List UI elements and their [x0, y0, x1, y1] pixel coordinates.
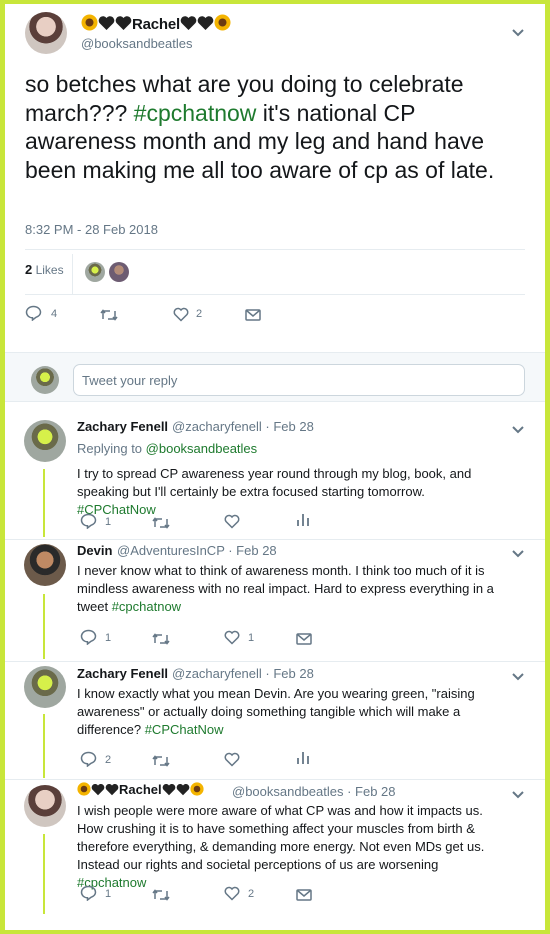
- heart-icon[interactable]: [224, 752, 240, 772]
- thread-connector: [43, 834, 45, 914]
- replying-to-handle[interactable]: @booksandbeatles: [146, 441, 258, 456]
- retweet-icon[interactable]: [100, 308, 118, 326]
- reply-text-part: I know exactly what you mean Devin. Are …: [77, 686, 475, 737]
- hashtag-link[interactable]: #cpchatnow: [134, 100, 257, 126]
- hashtag-link[interactable]: #CPChatNow: [145, 722, 224, 737]
- reply-avatar[interactable]: [24, 666, 66, 708]
- liker-avatar[interactable]: [109, 262, 129, 282]
- likes-label: Likes: [35, 263, 64, 277]
- sunflower-icon: [214, 14, 231, 31]
- replying-label: Replying to: [77, 441, 146, 456]
- reply-author-name[interactable]: Devin: [77, 543, 112, 558]
- replying-to: Replying to @booksandbeatles: [77, 441, 257, 456]
- black-heart-icon: [197, 16, 214, 30]
- mail-icon[interactable]: [296, 632, 312, 650]
- thread-connector: [43, 714, 45, 778]
- divider: [5, 539, 545, 540]
- analytics-icon[interactable]: [296, 513, 310, 532]
- reply-author-name[interactable]: Zachary Fenell: [77, 666, 168, 681]
- hashtag-link[interactable]: #cpchatnow: [112, 599, 181, 614]
- reply-text-part: I try to spread CP awareness year round …: [77, 466, 472, 499]
- reply-icon[interactable]: [25, 305, 42, 326]
- black-heart-icon: [176, 783, 189, 796]
- sunflower-icon: [77, 782, 91, 796]
- reply-meta[interactable]: @zacharyfenell · Feb 28: [172, 666, 314, 681]
- like-count: 2: [196, 308, 203, 320]
- author-name-text: Rachel: [132, 16, 180, 33]
- black-heart-icon: [98, 16, 115, 30]
- tweet-frame: Rachel @booksandbeatles so betches what …: [5, 4, 545, 930]
- retweet-icon[interactable]: [152, 632, 170, 650]
- black-heart-icon: [162, 783, 175, 796]
- author-handle[interactable]: @booksandbeatles: [81, 36, 193, 51]
- reply-input[interactable]: Tweet your reply: [73, 364, 525, 396]
- reply-icon[interactable]: [80, 513, 97, 534]
- reply-text: I know exactly what you mean Devin. Are …: [77, 685, 507, 739]
- black-heart-icon: [91, 783, 105, 796]
- like-count: 1: [248, 632, 255, 644]
- like-count: 2: [248, 888, 255, 900]
- likes-count: 2: [25, 262, 33, 277]
- reply-count: 1: [105, 516, 112, 528]
- mail-icon[interactable]: [296, 888, 312, 906]
- reply-text: I try to spread CP awareness year round …: [77, 465, 507, 519]
- reply-count: 1: [105, 632, 112, 644]
- sunflower-icon: [81, 14, 98, 31]
- reply-composer: Tweet your reply: [5, 352, 545, 402]
- reply-author-name[interactable]: Rachel: [77, 782, 204, 797]
- reply-avatar[interactable]: [24, 544, 66, 586]
- chevron-down-icon[interactable]: [511, 672, 525, 682]
- black-heart-icon: [180, 16, 197, 30]
- black-heart-icon: [105, 783, 119, 796]
- tweet-timestamp[interactable]: 8:32 PM - 28 Feb 2018: [25, 222, 158, 237]
- heart-icon[interactable]: [224, 514, 240, 534]
- mail-icon[interactable]: [245, 308, 261, 326]
- reply-count: 4: [51, 308, 58, 320]
- reply-text-part: I wish people were more aware of what CP…: [77, 803, 485, 872]
- divider: [5, 779, 545, 780]
- retweet-icon[interactable]: [152, 754, 170, 772]
- chevron-down-icon[interactable]: [511, 425, 525, 435]
- reply-author-name[interactable]: Zachary Fenell: [77, 419, 168, 434]
- reply-count: 1: [105, 888, 112, 900]
- retweet-icon[interactable]: [152, 516, 170, 534]
- author-display-name[interactable]: Rachel: [81, 14, 231, 33]
- thread-connector: [43, 594, 45, 659]
- chevron-down-icon[interactable]: [511, 549, 525, 559]
- reply-author-name-text: Rachel: [119, 782, 162, 797]
- divider: [5, 661, 545, 662]
- author-avatar[interactable]: [25, 12, 67, 54]
- reply-avatar[interactable]: [24, 785, 66, 827]
- thread-connector: [43, 469, 45, 537]
- divider: [25, 249, 525, 250]
- reply-text: I never know what to think of awareness …: [77, 562, 507, 616]
- reply-icon[interactable]: [80, 885, 97, 906]
- retweet-icon[interactable]: [152, 888, 170, 906]
- divider: [25, 294, 525, 295]
- reply-meta[interactable]: @AdventuresInCP · Feb 28: [117, 543, 277, 558]
- reply-meta[interactable]: @booksandbeatles · Feb 28: [232, 784, 396, 799]
- reply-avatar[interactable]: [24, 420, 66, 462]
- heart-icon[interactable]: [224, 630, 240, 650]
- likes-stat[interactable]: 2 Likes: [25, 262, 64, 277]
- reply-count: 2: [105, 754, 112, 766]
- reply-icon[interactable]: [80, 751, 97, 772]
- heart-icon[interactable]: [173, 307, 189, 327]
- chevron-down-icon[interactable]: [511, 28, 525, 38]
- chevron-down-icon[interactable]: [511, 790, 525, 800]
- divider: [72, 254, 73, 294]
- reply-meta[interactable]: @zacharyfenell · Feb 28: [172, 419, 314, 434]
- reply-text: I wish people were more aware of what CP…: [77, 802, 507, 892]
- liker-avatar[interactable]: [85, 262, 105, 282]
- current-user-avatar: [31, 366, 59, 394]
- tweet-text: so betches what are you doing to celebra…: [25, 70, 525, 184]
- sunflower-icon: [190, 782, 204, 796]
- analytics-icon[interactable]: [296, 751, 310, 770]
- black-heart-icon: [115, 16, 132, 30]
- reply-icon[interactable]: [80, 629, 97, 650]
- heart-icon[interactable]: [224, 886, 240, 906]
